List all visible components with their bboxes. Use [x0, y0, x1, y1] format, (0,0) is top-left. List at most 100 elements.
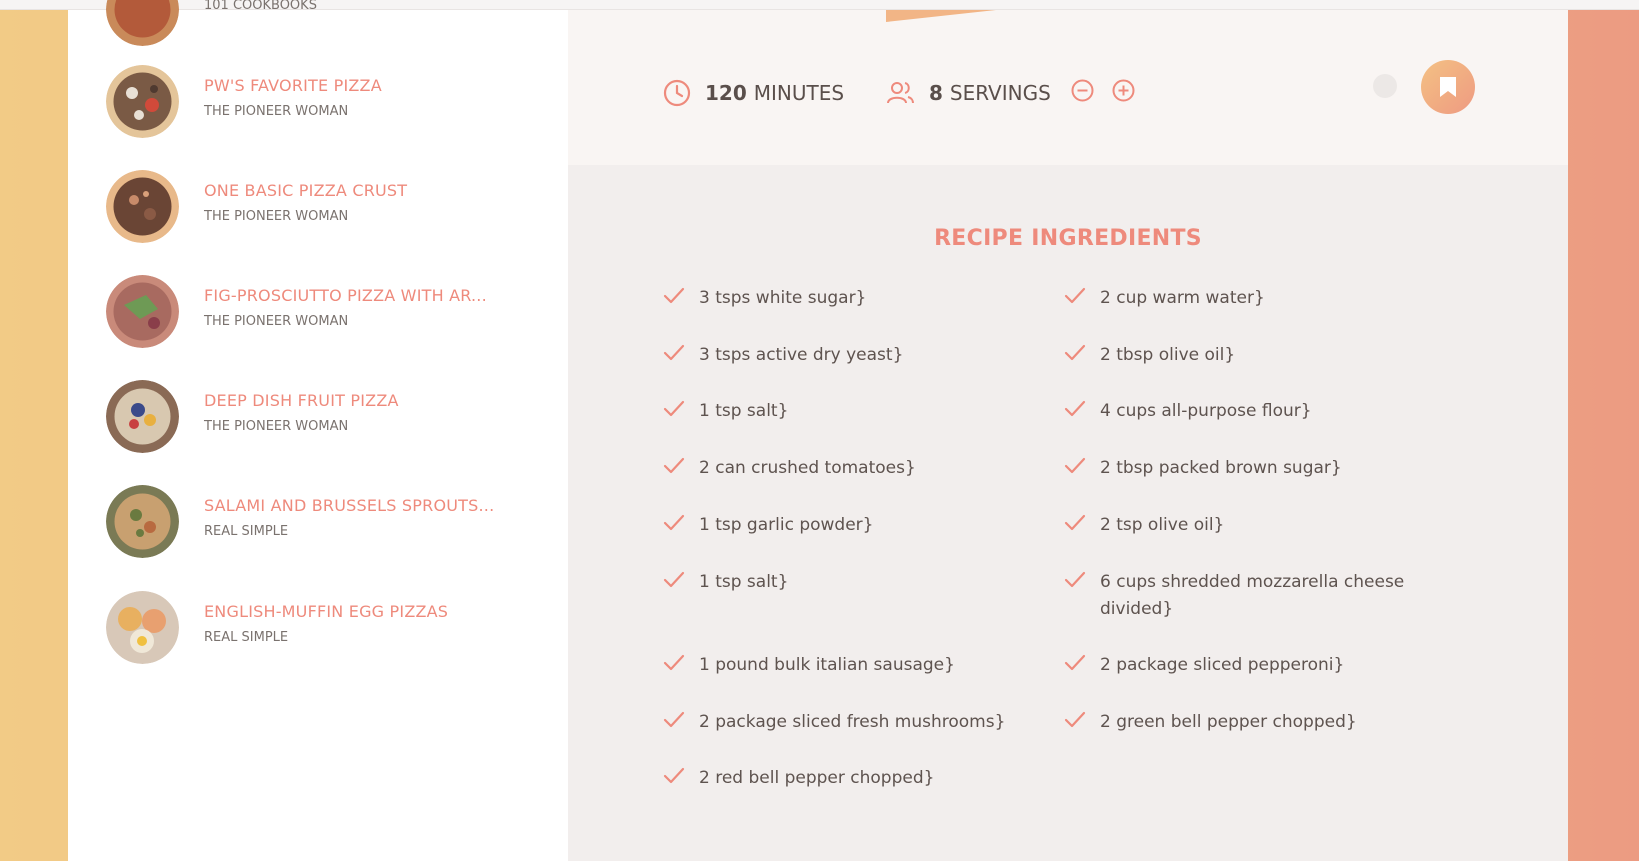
check-icon	[663, 512, 699, 543]
ingredient-text: 6 cups shredded mozzarella cheese divide…	[1100, 572, 1405, 619]
check-icon	[663, 709, 699, 740]
recipe-publisher: THE PIONEER WOMAN	[204, 314, 349, 329]
ingredient-text: 3 tsps white sugar}	[699, 288, 867, 308]
check-icon	[663, 652, 699, 683]
user-generated-indicator	[1373, 74, 1397, 98]
ingredient-text: 2 can crushed tomatoes}	[699, 458, 916, 478]
servings: 8 SERVINGS	[885, 73, 1149, 113]
ingredient-item: 2 tsp olive oil}	[1064, 512, 1420, 543]
servings-label: SERVINGS	[949, 81, 1051, 105]
minutes-value: 120	[705, 81, 747, 105]
recipe-publisher: REAL SIMPLE	[204, 524, 289, 539]
recipe-thumbnail	[106, 591, 179, 664]
recipe-title: PW'S FAVORITE PIZZA	[204, 76, 382, 95]
plus-circle-icon	[1112, 79, 1135, 102]
result-item[interactable]: ONE BASIC PIZZA CRUST THE PIONEER WOMAN	[106, 167, 566, 247]
ingredient-text: 2 tbsp olive oil}	[1100, 345, 1236, 365]
result-item-partial[interactable]: 101 COOKBOOKS	[106, 0, 566, 50]
ingredient-text: 2 cup warm water}	[1100, 288, 1265, 308]
check-icon	[663, 285, 699, 316]
check-icon	[1064, 512, 1100, 543]
ingredient-item: 2 tbsp olive oil}	[1064, 342, 1420, 373]
ingredients-heading: RECIPE INGREDIENTS	[934, 226, 1202, 251]
cooking-time: 120 MINUTES	[663, 73, 844, 113]
ingredient-text: 2 package sliced pepperoni}	[1100, 655, 1345, 675]
check-icon	[1064, 569, 1100, 623]
ingredient-text: 4 cups all-purpose flour}	[1100, 401, 1312, 421]
check-icon	[1064, 455, 1100, 486]
ingredient-item: 2 cup warm water}	[1064, 285, 1420, 316]
ingredient-item: 1 tsp salt}	[663, 398, 1019, 429]
ingredient-item: 3 tsps active dry yeast}	[663, 342, 1019, 373]
ingredient-item: 4 cups all-purpose flour}	[1064, 398, 1420, 429]
ingredient-item: 2 can crushed tomatoes}	[663, 455, 1019, 486]
check-icon	[663, 569, 699, 600]
decrease-servings-button[interactable]	[1071, 79, 1108, 107]
check-icon	[1064, 342, 1100, 373]
result-item[interactable]: PW'S FAVORITE PIZZA THE PIONEER WOMAN	[106, 62, 566, 142]
recipe-thumbnail	[106, 65, 179, 138]
result-item[interactable]: SALAMI AND BRUSSELS SPROUTS... REAL SIMP…	[106, 482, 566, 562]
ingredient-item: 6 cups shredded mozzarella cheese divide…	[1064, 569, 1420, 623]
ingredient-item: 1 tsp salt}	[663, 569, 1019, 600]
check-icon	[1064, 652, 1100, 683]
recipe-view: 120 MINUTES 8 SERVINGS RECIPE INGREDIENT…	[568, 10, 1568, 861]
ingredient-item: 3 tsps white sugar}	[663, 285, 1019, 316]
check-icon	[663, 765, 699, 796]
increase-servings-button[interactable]	[1112, 79, 1149, 107]
check-icon	[663, 398, 699, 429]
ingredient-text: 1 tsp salt}	[699, 572, 789, 592]
ingredient-item: 2 green bell pepper chopped}	[1064, 709, 1420, 740]
clock-icon	[663, 79, 691, 107]
recipe-publisher: THE PIONEER WOMAN	[204, 419, 349, 434]
recipe-title: ONE BASIC PIZZA CRUST	[204, 181, 408, 200]
ingredient-text: 3 tsps active dry yeast}	[699, 345, 904, 365]
recipe-publisher: 101 COOKBOOKS	[204, 0, 317, 13]
check-icon	[663, 342, 699, 373]
ingredient-text: 2 green bell pepper chopped}	[1100, 712, 1357, 732]
check-icon	[1064, 709, 1100, 740]
recipe-thumbnail	[106, 380, 179, 453]
recipe-title: FIG-PROSCIUTTO PIZZA WITH AR...	[204, 286, 487, 305]
bookmark-icon	[1440, 77, 1456, 97]
recipe-thumbnail	[106, 0, 179, 46]
result-item[interactable]: ENGLISH-MUFFIN EGG PIZZAS REAL SIMPLE	[106, 588, 566, 668]
servings-value: 8	[929, 81, 943, 105]
ingredient-item: 2 red bell pepper chopped}	[663, 765, 1019, 796]
minutes-label: MINUTES	[753, 81, 845, 105]
ingredient-text: 1 tsp salt}	[699, 401, 789, 421]
recipe-title: ENGLISH-MUFFIN EGG PIZZAS	[204, 602, 449, 621]
ingredient-text: 1 pound bulk italian sausage}	[699, 655, 955, 675]
check-icon	[1064, 398, 1100, 429]
recipe-title: DEEP DISH FRUIT PIZZA	[204, 391, 399, 410]
recipe-publisher: THE PIONEER WOMAN	[204, 104, 349, 119]
recipe-ingredients: RECIPE INGREDIENTS 3 tsps white sugar} 2 …	[568, 165, 1568, 861]
recipe-publisher: REAL SIMPLE	[204, 630, 289, 645]
title-ribbon-edge	[886, 10, 996, 22]
recipe-title: SALAMI AND BRUSSELS SPROUTS...	[204, 496, 495, 515]
search-results-sidebar: 101 COOKBOOKS PW'S FAVORITE PIZZA THE PI…	[68, 0, 568, 861]
users-icon	[887, 82, 914, 104]
ingredient-text: 1 tsp garlic powder}	[699, 515, 874, 535]
check-icon	[1064, 285, 1100, 316]
minus-circle-icon	[1071, 79, 1094, 102]
ingredient-item: 2 package sliced fresh mushrooms}	[663, 709, 1019, 740]
recipe-thumbnail	[106, 275, 179, 348]
ingredient-text: 2 package sliced fresh mushrooms}	[699, 712, 1006, 732]
check-icon	[663, 455, 699, 486]
recipe-thumbnail	[106, 170, 179, 243]
result-item[interactable]: FIG-PROSCIUTTO PIZZA WITH AR... THE PION…	[106, 272, 566, 352]
ingredient-text: 2 tsp olive oil}	[1100, 515, 1225, 535]
ingredient-text: 2 tbsp packed brown sugar}	[1100, 458, 1342, 478]
recipe-publisher: THE PIONEER WOMAN	[204, 209, 349, 224]
ingredient-item: 2 tbsp packed brown sugar}	[1064, 455, 1420, 486]
ingredient-item: 1 tsp garlic powder}	[663, 512, 1019, 543]
recipe-thumbnail	[106, 485, 179, 558]
ingredient-item: 2 package sliced pepperoni}	[1064, 652, 1420, 683]
bookmark-button[interactable]	[1421, 60, 1475, 114]
result-item[interactable]: DEEP DISH FRUIT PIZZA THE PIONEER WOMAN	[106, 377, 566, 457]
ingredient-item: 1 pound bulk italian sausage}	[663, 652, 1019, 683]
ingredient-text: 2 red bell pepper chopped}	[699, 768, 935, 788]
recipe-app: 101 COOKBOOKS PW'S FAVORITE PIZZA THE PI…	[68, 0, 1568, 861]
recipe-details-bar: 120 MINUTES 8 SERVINGS	[568, 10, 1568, 165]
